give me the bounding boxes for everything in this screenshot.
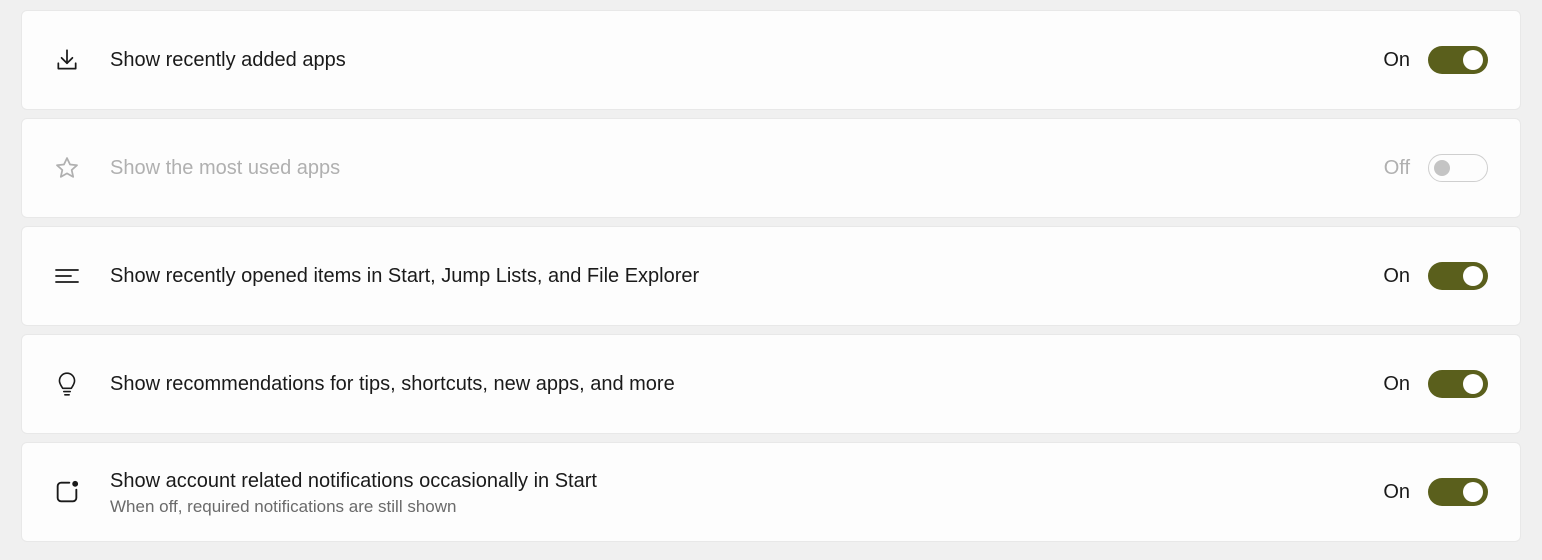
setting-row-recently-added[interactable]: Show recently added apps On — [21, 10, 1521, 110]
setting-row-recommendations[interactable]: Show recommendations for tips, shortcuts… — [21, 334, 1521, 434]
toggle-state-label: On — [1383, 49, 1410, 72]
setting-description: When off, required notifications are sti… — [110, 497, 1383, 517]
download-icon — [52, 45, 82, 75]
setting-text: Show recently opened items in Start, Jum… — [110, 263, 1383, 290]
toggle-most-used — [1428, 154, 1488, 182]
toggle-state-label: On — [1383, 481, 1410, 504]
setting-text: Show recently added apps — [110, 47, 1383, 74]
lightbulb-icon — [52, 369, 82, 399]
setting-label: Show the most used apps — [110, 155, 1384, 182]
setting-row-account-notifications[interactable]: Show account related notifications occas… — [21, 442, 1521, 542]
toggle-recent-items[interactable] — [1428, 262, 1488, 290]
setting-row-most-used: Show the most used apps Off — [21, 118, 1521, 218]
setting-text: Show the most used apps — [110, 155, 1384, 182]
toggle-recommendations[interactable] — [1428, 370, 1488, 398]
setting-row-recent-items[interactable]: Show recently opened items in Start, Jum… — [21, 226, 1521, 326]
list-icon — [52, 261, 82, 291]
star-icon — [52, 153, 82, 183]
toggle-state-label: On — [1383, 373, 1410, 396]
setting-label: Show account related notifications occas… — [110, 468, 1383, 495]
toggle-state-label: On — [1383, 265, 1410, 288]
settings-list: Show recently added apps On Show the mos… — [0, 0, 1542, 552]
setting-text: Show recommendations for tips, shortcuts… — [110, 371, 1383, 398]
setting-label: Show recently added apps — [110, 47, 1383, 74]
setting-label: Show recommendations for tips, shortcuts… — [110, 371, 1383, 398]
setting-text: Show account related notifications occas… — [110, 468, 1383, 517]
square-dot-icon — [52, 477, 82, 507]
toggle-recently-added[interactable] — [1428, 46, 1488, 74]
toggle-account-notifications[interactable] — [1428, 478, 1488, 506]
toggle-state-label: Off — [1384, 157, 1410, 180]
setting-label: Show recently opened items in Start, Jum… — [110, 263, 1383, 290]
